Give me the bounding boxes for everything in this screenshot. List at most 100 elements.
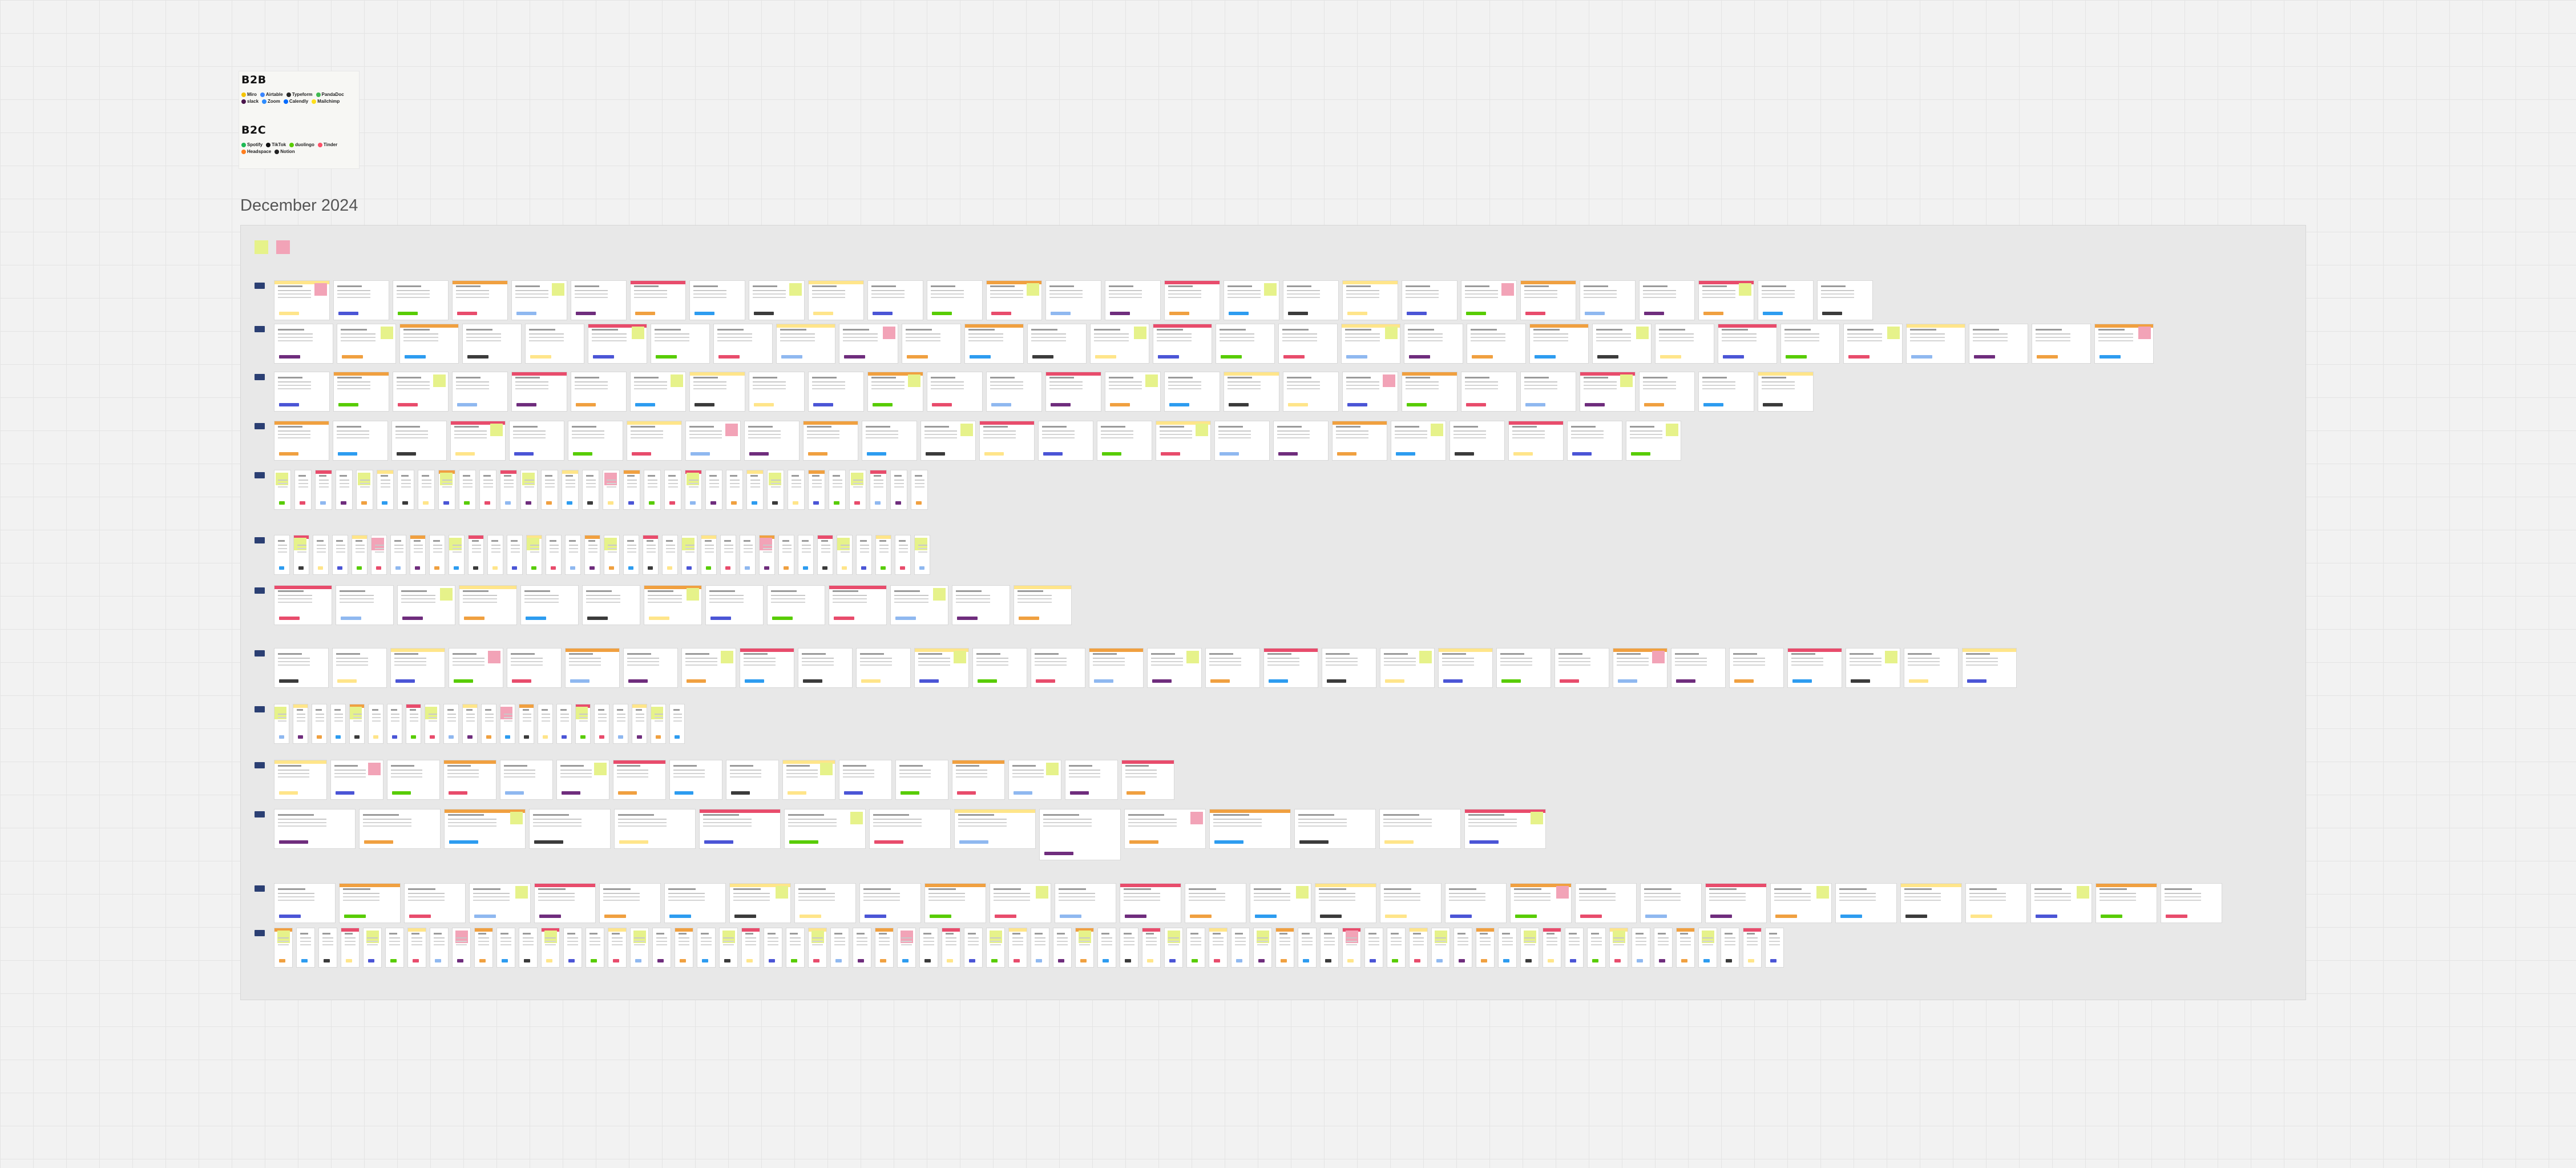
screenshot-thumbnail[interactable] <box>986 928 1005 968</box>
screenshot-thumbnail[interactable] <box>430 928 449 968</box>
annotation-sticky-note[interactable] <box>820 763 833 775</box>
screenshot-thumbnail[interactable] <box>1186 928 1205 968</box>
annotation-sticky-note[interactable] <box>850 812 863 824</box>
screenshot-thumbnail[interactable] <box>744 421 800 461</box>
annotation-sticky-note[interactable] <box>1168 931 1180 943</box>
annotation-sticky-note[interactable] <box>1027 283 1039 296</box>
screenshot-thumbnail[interactable] <box>689 372 745 412</box>
screenshot-thumbnail[interactable] <box>1510 883 1572 923</box>
screenshot-thumbnail[interactable] <box>507 648 562 688</box>
screenshot-thumbnail[interactable] <box>1718 324 1777 364</box>
screenshot-thumbnail[interactable] <box>699 809 781 849</box>
screenshot-thumbnail[interactable] <box>895 760 948 800</box>
annotation-sticky-note[interactable] <box>2077 886 2089 899</box>
screenshot-thumbnail[interactable] <box>927 280 983 320</box>
screenshot-thumbnail[interactable] <box>1027 324 1087 364</box>
screenshot-thumbnail[interactable] <box>829 470 846 510</box>
screenshot-thumbnail[interactable] <box>336 470 353 510</box>
screenshot-thumbnail[interactable] <box>630 372 686 412</box>
screenshot-thumbnail[interactable] <box>749 372 805 412</box>
screenshot-thumbnail[interactable] <box>632 704 647 744</box>
annotation-sticky-note[interactable] <box>368 763 381 775</box>
annotation-sticky-note[interactable] <box>381 327 393 339</box>
screenshot-thumbnail[interactable] <box>1402 280 1457 320</box>
screenshot-thumbnail[interactable] <box>1498 928 1517 968</box>
screenshot-thumbnail[interactable] <box>786 928 805 968</box>
screenshot-thumbnail[interactable] <box>274 648 329 688</box>
annotation-sticky-note[interactable] <box>1816 886 1829 899</box>
annotation-sticky-note[interactable] <box>1196 424 1208 436</box>
screenshot-thumbnail[interactable] <box>1105 280 1161 320</box>
screenshot-thumbnail[interactable] <box>759 535 775 575</box>
screenshot-thumbnail[interactable] <box>1342 928 1361 968</box>
screenshot-thumbnail[interactable] <box>1613 648 1667 688</box>
annotation-sticky-note[interactable] <box>1666 424 1678 436</box>
screenshot-thumbnail[interactable] <box>318 928 337 968</box>
screenshot-thumbnail[interactable] <box>701 535 717 575</box>
screenshot-thumbnail[interactable] <box>870 470 887 510</box>
screenshot-thumbnail[interactable] <box>1580 280 1636 320</box>
screenshot-thumbnail[interactable] <box>393 372 449 412</box>
screenshot-thumbnail[interactable] <box>1698 280 1754 320</box>
screenshot-thumbnail[interactable] <box>776 324 835 364</box>
screenshot-thumbnail[interactable] <box>274 883 336 923</box>
screenshot-thumbnail[interactable] <box>582 585 640 625</box>
screenshot-thumbnail[interactable] <box>1031 648 1085 688</box>
screenshot-thumbnail[interactable] <box>1283 280 1339 320</box>
screenshot-thumbnail[interactable] <box>293 704 308 744</box>
screenshot-thumbnail[interactable] <box>571 280 627 320</box>
row-group-tag[interactable] <box>255 423 265 429</box>
screenshot-thumbnail[interactable] <box>500 760 553 800</box>
annotation-sticky-note[interactable] <box>1346 931 1358 943</box>
screenshot-thumbnail[interactable] <box>1520 372 1576 412</box>
annotation-sticky-note[interactable] <box>1501 283 1514 296</box>
annotation-sticky-note[interactable] <box>1702 931 1714 943</box>
screenshot-thumbnail[interactable] <box>613 704 628 744</box>
screenshot-thumbnail[interactable] <box>588 324 647 364</box>
screenshot-thumbnail[interactable] <box>1364 928 1383 968</box>
screenshot-thumbnail[interactable] <box>1250 883 1311 923</box>
screenshot-thumbnail[interactable] <box>808 928 827 968</box>
screenshot-thumbnail[interactable] <box>274 535 290 575</box>
annotation-sticky-note[interactable] <box>552 283 564 296</box>
screenshot-thumbnail[interactable] <box>341 928 360 968</box>
screenshot-thumbnail[interactable] <box>1124 809 1206 849</box>
screenshot-thumbnail[interactable] <box>418 470 435 510</box>
annotation-sticky-note[interactable] <box>522 473 535 485</box>
annotation-sticky-note[interactable] <box>604 473 617 485</box>
screenshot-thumbnail[interactable] <box>368 704 383 744</box>
screenshot-thumbnail[interactable] <box>623 535 639 575</box>
screenshot-thumbnail[interactable] <box>459 585 517 625</box>
screenshot-thumbnail[interactable] <box>1496 648 1551 688</box>
screenshot-thumbnail[interactable] <box>689 280 745 320</box>
screenshot-thumbnail[interactable] <box>794 883 856 923</box>
screenshot-thumbnail[interactable] <box>315 470 332 510</box>
screenshot-thumbnail[interactable] <box>1031 928 1049 968</box>
screenshot-thumbnail[interactable] <box>1185 883 1246 923</box>
screenshot-thumbnail[interactable] <box>914 535 930 575</box>
screenshot-thumbnail[interactable] <box>274 470 291 510</box>
screenshot-thumbnail[interactable] <box>1341 324 1400 364</box>
screenshot-thumbnail[interactable] <box>1097 421 1152 461</box>
screenshot-thumbnail[interactable] <box>808 280 864 320</box>
screenshot-thumbnail[interactable] <box>662 535 678 575</box>
annotation-sticky-note[interactable] <box>500 707 512 719</box>
screenshot-thumbnail[interactable] <box>407 928 426 968</box>
screenshot-thumbnail[interactable] <box>474 928 493 968</box>
screenshot-thumbnail[interactable] <box>652 928 671 968</box>
screenshot-thumbnail[interactable] <box>534 883 596 923</box>
screenshot-thumbnail[interactable] <box>1205 648 1260 688</box>
screenshot-thumbnail[interactable] <box>729 883 791 923</box>
screenshot-thumbnail[interactable] <box>1120 928 1138 968</box>
screenshot-thumbnail[interactable] <box>1320 928 1339 968</box>
screenshot-thumbnail[interactable] <box>333 372 389 412</box>
annotation-sticky-note[interactable] <box>901 931 913 943</box>
screenshot-thumbnail[interactable] <box>651 324 710 364</box>
annotation-sticky-note[interactable] <box>440 473 453 485</box>
screenshot-thumbnail[interactable] <box>1231 928 1250 968</box>
screenshot-thumbnail[interactable] <box>1567 421 1622 461</box>
annotation-sticky-note[interactable] <box>1257 931 1269 943</box>
screenshot-thumbnail[interactable] <box>1575 883 1637 923</box>
screenshot-thumbnail[interactable] <box>1097 928 1116 968</box>
annotation-sticky-note[interactable] <box>372 538 384 550</box>
